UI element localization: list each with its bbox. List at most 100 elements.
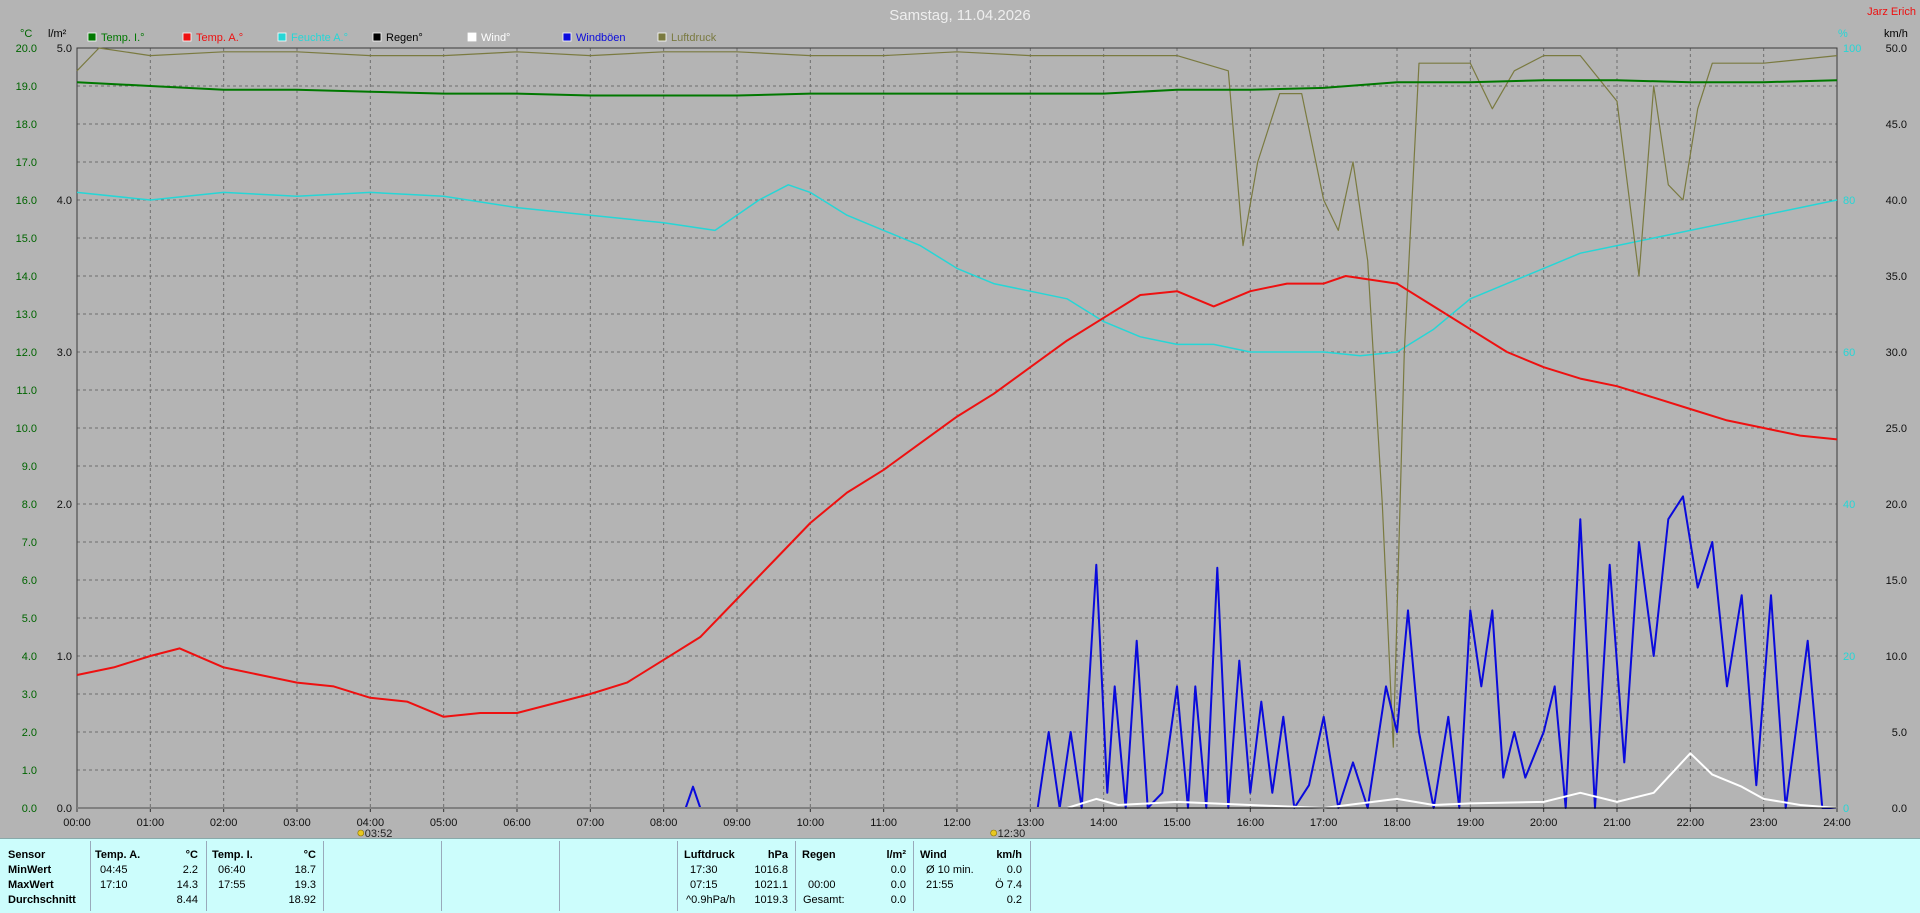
- luftdruck-trend: ^0.9hPa/h: [686, 894, 736, 906]
- x-tick-label: 21:00: [1603, 817, 1631, 829]
- temp-tick-label: 16.0: [16, 195, 37, 207]
- chart: 00:00 01:00 02:00 03:00 04:00 05:00 06:00 07:00…: [16, 6, 1916, 838]
- legend: Temp. I.° Temp. A.° Feuchte A.° Regen° Wind°…: [87, 32, 717, 44]
- temp-i-min-time: 06:40: [218, 864, 246, 876]
- luftdruck-unit: hPa: [767, 849, 788, 861]
- wind-tick-label: 45.0: [1886, 119, 1907, 131]
- temp-tick-label: 20.0: [16, 43, 37, 55]
- temp-tick-label: 2.0: [22, 727, 37, 739]
- hum-tick-label: 40: [1843, 499, 1855, 511]
- x-tick-label: 10:00: [797, 817, 825, 829]
- divider: [323, 841, 324, 911]
- hum-tick-label: 0: [1843, 803, 1849, 815]
- hum-unit: %: [1838, 28, 1848, 40]
- luftdruck-min: 1016.8: [754, 864, 788, 876]
- author-label: Jarz Erich: [1867, 6, 1916, 18]
- legend-swatch: [467, 32, 477, 42]
- wind-avg10-label: Ø 10 min.: [926, 864, 974, 876]
- temp-tick-label: 8.0: [22, 499, 37, 511]
- temp-unit: °C: [20, 28, 32, 40]
- marker-label: 03:52: [365, 828, 393, 838]
- regen-val: 0.0: [890, 879, 906, 891]
- temp-tick-label: 11.0: [16, 385, 37, 397]
- wind-tick-label: 5.0: [1892, 727, 1907, 739]
- rain-tick-label: 3.0: [57, 347, 72, 359]
- hum-tick-label: 80: [1843, 195, 1855, 207]
- regen-time: 00:00: [808, 879, 836, 891]
- temp-i-min: 18.7: [294, 864, 316, 876]
- wind-tick-label: 0.0: [1892, 803, 1907, 815]
- legend-swatch: [657, 32, 667, 42]
- divider: [90, 841, 91, 911]
- temp-tick-label: 6.0: [22, 575, 37, 587]
- regen-gesamt: 0.0: [890, 894, 906, 906]
- legend-swatch: [562, 32, 572, 42]
- chart-title: Samstag, 11.04.2026: [889, 7, 1031, 24]
- sensor-header: Sensor: [8, 849, 46, 861]
- x-tick-label: 14:00: [1090, 817, 1118, 829]
- x-tick-label: 17:00: [1310, 817, 1338, 829]
- x-tick-label: 05:00: [430, 817, 458, 829]
- wind-avg10: 0.0: [1006, 864, 1022, 876]
- temp-tick-label: 10.0: [16, 423, 37, 435]
- hum-tick-label: 20: [1843, 651, 1855, 663]
- x-tick-label: 11:00: [870, 817, 897, 829]
- legend-label: Temp. I.°: [101, 32, 145, 44]
- sun-icon: [357, 829, 365, 837]
- temp-a-min-time: 04:45: [100, 864, 128, 876]
- wind-header: Wind: [920, 849, 947, 861]
- temp-tick-label: 0.0: [22, 803, 37, 815]
- wind-avg: 0.2: [1006, 894, 1022, 906]
- x-tick-label: 12:00: [943, 817, 971, 829]
- rain-tick-label: 5.0: [57, 43, 72, 55]
- divider: [677, 841, 678, 911]
- wind-max-time: 21:55: [926, 879, 954, 891]
- luftdruck-min-time: 17:30: [690, 864, 718, 876]
- divider: [913, 841, 914, 911]
- legend-label: Temp. A.°: [196, 32, 243, 44]
- temp-tick-label: 9.0: [22, 461, 37, 473]
- temp-tick-label: 5.0: [22, 613, 37, 625]
- legend-swatch: [182, 32, 192, 42]
- x-tick-label: 18:00: [1383, 817, 1411, 829]
- wind-tick-label: 50.0: [1886, 43, 1907, 55]
- x-tick-label: 01:00: [137, 817, 165, 829]
- legend-label: Luftdruck: [671, 32, 717, 44]
- legend-swatch: [87, 32, 97, 42]
- rain-tick-label: 1.0: [57, 651, 72, 663]
- wind-tick-label: 35.0: [1886, 271, 1907, 283]
- divider: [441, 841, 442, 911]
- temp-tick-label: 7.0: [22, 537, 37, 549]
- x-tick-label: 07:00: [577, 817, 605, 829]
- divider: [795, 841, 796, 911]
- wind-tick-label: 30.0: [1886, 347, 1907, 359]
- temp-tick-label: 12.0: [16, 347, 37, 359]
- luftdruck-avg: 1019.3: [754, 894, 788, 906]
- temp-tick-label: 18.0: [16, 119, 37, 131]
- x-tick-label: 23:00: [1750, 817, 1778, 829]
- row-label-min: MinWert: [8, 864, 52, 876]
- temp-tick-label: 13.0: [16, 309, 37, 321]
- temp-a-header: Temp. A.: [95, 849, 141, 861]
- wind-max: Ö 7.4: [995, 879, 1022, 891]
- temp-a-min: 2.2: [182, 864, 198, 876]
- x-tick-label: 15:00: [1163, 817, 1191, 829]
- wind-unit: km/h: [996, 849, 1022, 861]
- legend-swatch: [277, 32, 287, 42]
- legend-label: Regen°: [386, 32, 423, 44]
- temp-a-unit: °C: [185, 849, 198, 861]
- temp-a-avg: 8.44: [176, 894, 198, 906]
- temp-i-unit: °C: [303, 849, 316, 861]
- wind-unit: km/h: [1884, 28, 1908, 40]
- x-tick-label: 08:00: [650, 817, 678, 829]
- legend-label: Windböen: [576, 32, 626, 44]
- row-label-max: MaxWert: [8, 879, 54, 891]
- hum-tick-label: 100: [1843, 43, 1861, 55]
- luftdruck-max-time: 07:15: [690, 879, 718, 891]
- temp-a-max-time: 17:10: [100, 879, 128, 891]
- luftdruck-max: 1021.1: [754, 879, 788, 891]
- temp-tick-label: 17.0: [16, 157, 37, 169]
- x-tick-label: 02:00: [210, 817, 238, 829]
- x-tick-label: 09:00: [723, 817, 751, 829]
- sun-icon: [990, 829, 997, 837]
